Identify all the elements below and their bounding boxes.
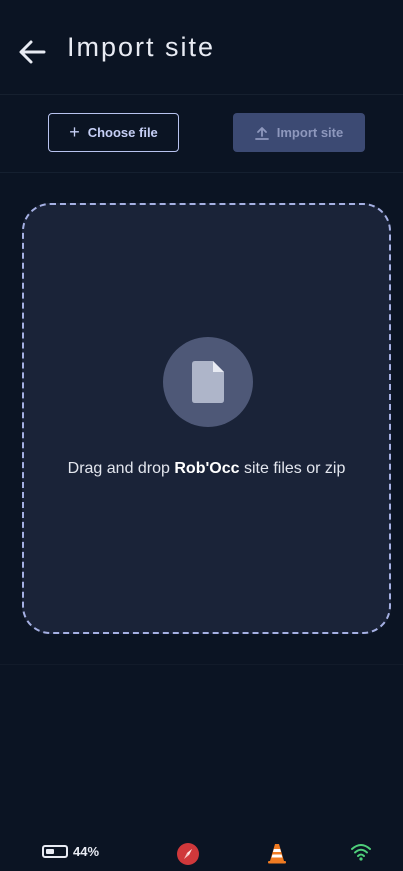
upload-icon — [254, 126, 269, 140]
import-site-button[interactable]: Import site — [233, 113, 365, 152]
page-title: Import site — [67, 32, 216, 62]
toolbar: + Choose file Import site — [0, 95, 403, 173]
compass-icon — [177, 843, 199, 865]
dropzone-section: Drag and drop Rob'Occ site files or zip — [0, 173, 403, 665]
battery-fill — [46, 849, 54, 854]
compass-status — [176, 842, 200, 871]
brand-name: Rob'Occ — [174, 460, 240, 477]
choose-file-label: Choose file — [87, 125, 158, 140]
dropzone-text-before: Drag and drop — [67, 460, 175, 477]
file-dropzone[interactable]: Drag and drop Rob'Occ site files or zip — [22, 203, 391, 634]
wifi-icon — [351, 844, 371, 861]
dropzone-text-after: site files or zip — [239, 460, 346, 477]
choose-file-button[interactable]: + Choose file — [48, 113, 179, 152]
arrow-left-icon — [19, 40, 46, 64]
wifi-status — [350, 842, 372, 867]
file-icon — [192, 361, 224, 403]
back-button[interactable] — [18, 38, 46, 66]
battery-icon — [42, 845, 68, 858]
cone-status — [266, 842, 288, 869]
plus-icon: + — [69, 121, 80, 142]
battery-percent: 44% — [73, 844, 100, 859]
dropzone-instructions: Drag and drop Rob'Occ site files or zip — [44, 458, 369, 480]
cone-icon — [268, 844, 286, 864]
file-icon-circle — [163, 337, 253, 427]
battery-indicator: 44% — [42, 844, 99, 859]
app-header: Import site — [0, 0, 403, 95]
import-site-label: Import site — [276, 125, 344, 140]
status-bar: 44% — [0, 828, 403, 868]
